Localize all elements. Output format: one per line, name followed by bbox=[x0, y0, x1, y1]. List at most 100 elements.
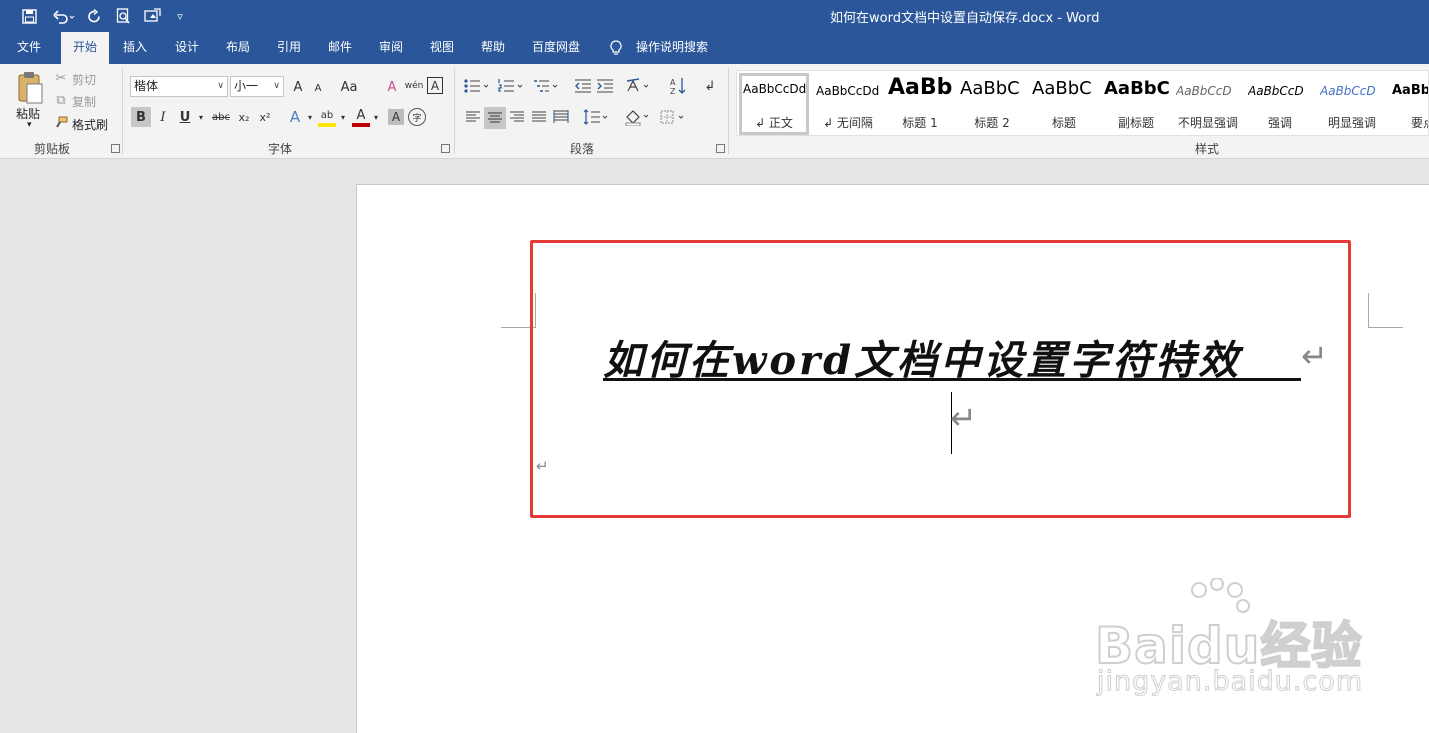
font-family-value: 楷体 bbox=[134, 79, 159, 93]
style-name: ↲ 无间隔 bbox=[823, 116, 873, 130]
text-effects-dropdown-icon[interactable]: ▾ bbox=[305, 109, 315, 125]
superscript-button[interactable]: x² bbox=[256, 107, 274, 127]
style-heading-1[interactable]: AaBb 标题 1 bbox=[885, 73, 955, 135]
text-effects-icon[interactable]: A bbox=[286, 107, 304, 127]
font-color-icon[interactable]: A bbox=[352, 107, 370, 127]
tab-mailings[interactable]: 邮件 bbox=[318, 32, 362, 64]
save-icon[interactable] bbox=[18, 5, 40, 27]
clipboard-launcher-icon[interactable] bbox=[111, 144, 120, 153]
underline-dropdown-icon[interactable]: ▾ bbox=[196, 109, 206, 125]
title-bar: ▿ 如何在word文档中设置自动保存.docx - Word bbox=[0, 0, 1429, 32]
tab-help[interactable]: 帮助 bbox=[471, 32, 515, 64]
copy-icon: ⧉ bbox=[56, 92, 66, 108]
format-painter-icon bbox=[54, 116, 68, 130]
svg-text:Z: Z bbox=[670, 87, 676, 95]
tab-file[interactable]: 文件 bbox=[7, 32, 51, 64]
style-emphasis[interactable]: AaBbCcD 强调 bbox=[1245, 73, 1315, 135]
lightbulb-icon bbox=[606, 32, 626, 64]
align-left-icon[interactable] bbox=[463, 107, 483, 127]
style-preview: AaBbCcD bbox=[1176, 84, 1232, 98]
chevron-down-icon: ∨ bbox=[273, 81, 280, 91]
align-right-icon[interactable] bbox=[507, 107, 527, 127]
character-border-icon[interactable]: A bbox=[427, 77, 443, 94]
line-spacing-icon[interactable] bbox=[582, 107, 612, 127]
paragraph-launcher-icon[interactable] bbox=[716, 144, 725, 153]
svg-text:A: A bbox=[670, 78, 676, 87]
tab-view[interactable]: 视图 bbox=[420, 32, 464, 64]
style-name: 标题 1 bbox=[902, 116, 938, 130]
phonetic-guide-icon[interactable]: wén bbox=[405, 76, 424, 96]
copy-button[interactable]: 复制 bbox=[72, 93, 96, 110]
style-subtitle[interactable]: AaBbC 副标题 bbox=[1101, 73, 1171, 135]
multilevel-list-icon[interactable] bbox=[531, 76, 561, 96]
italic-button[interactable]: I bbox=[155, 107, 171, 127]
tab-design[interactable]: 设计 bbox=[165, 32, 209, 64]
change-case-icon[interactable]: Aa bbox=[338, 78, 360, 96]
clear-formatting-icon[interactable]: A bbox=[384, 78, 400, 96]
tab-baidu-netdisk[interactable]: 百度网盘 bbox=[522, 32, 590, 64]
clipboard-group-label: 剪贴板 bbox=[34, 142, 71, 156]
cut-button[interactable]: 剪切 bbox=[72, 71, 96, 88]
tab-review[interactable]: 审阅 bbox=[369, 32, 413, 64]
paste-dropdown-icon[interactable]: ▾ bbox=[27, 120, 32, 130]
distribute-icon[interactable] bbox=[551, 107, 571, 127]
highlight-annotation-box bbox=[530, 240, 1351, 518]
character-shading-icon[interactable]: A bbox=[388, 109, 404, 125]
ribbon-home: 粘贴 ▾ ✂ 剪切 ⧉ 复制 格式刷 剪贴板 楷体 ∨ 小一 ∨ A A Aa … bbox=[0, 64, 1429, 159]
paste-icon[interactable] bbox=[14, 70, 46, 106]
font-family-select[interactable]: 楷体 ∨ bbox=[130, 76, 228, 97]
style-name: 强调 bbox=[1267, 116, 1292, 130]
increase-indent-icon[interactable] bbox=[595, 76, 615, 96]
style-intense-emphasis[interactable]: AaBbCcD 明显强调 bbox=[1317, 73, 1387, 135]
customize-qat-icon[interactable]: ▿ bbox=[172, 5, 188, 27]
style-strong[interactable]: AaBbC 要点 bbox=[1389, 73, 1428, 135]
style-name: 副标题 bbox=[1117, 116, 1154, 130]
subscript-button[interactable]: x₂ bbox=[235, 107, 253, 127]
enclose-characters-icon[interactable]: 字 bbox=[408, 108, 426, 126]
style-title[interactable]: AaBbC 标题 bbox=[1029, 73, 1099, 135]
group-separator bbox=[122, 68, 123, 154]
style-heading-2[interactable]: AaBbC 标题 2 bbox=[957, 73, 1027, 135]
touch-mode-icon[interactable] bbox=[142, 5, 164, 27]
bold-button[interactable]: B bbox=[131, 107, 151, 127]
justify-icon[interactable] bbox=[529, 107, 549, 127]
group-separator bbox=[728, 68, 729, 154]
borders-icon[interactable] bbox=[658, 107, 688, 127]
format-painter-button[interactable]: 格式刷 bbox=[72, 116, 108, 133]
style-preview: AaBbC bbox=[1032, 78, 1092, 99]
decrease-indent-icon[interactable] bbox=[573, 76, 593, 96]
font-size-select[interactable]: 小一 ∨ bbox=[230, 76, 284, 97]
style-no-spacing[interactable]: AaBbCcDd ↲ 无间隔 bbox=[813, 73, 883, 135]
style-preview: AaBbCcD bbox=[1248, 84, 1304, 98]
shading-icon[interactable] bbox=[623, 107, 653, 127]
margin-corner-mark bbox=[1368, 327, 1403, 328]
style-subtle-emphasis[interactable]: AaBbCcD 不明显强调 bbox=[1173, 73, 1243, 135]
baidu-watermark: Baidu经验 jingyan.baidu.com bbox=[1094, 578, 1365, 708]
sort-icon[interactable]: AZ bbox=[668, 76, 688, 96]
group-separator bbox=[454, 68, 455, 154]
undo-icon[interactable] bbox=[50, 5, 78, 27]
print-preview-icon[interactable] bbox=[113, 5, 133, 27]
strikethrough-button[interactable]: abc bbox=[210, 107, 232, 127]
underline-button[interactable]: U bbox=[177, 107, 193, 127]
styles-group-label: 样式 bbox=[1195, 142, 1220, 156]
numbering-icon[interactable] bbox=[496, 76, 526, 96]
chinese-layout-icon[interactable] bbox=[625, 76, 653, 96]
tab-references[interactable]: 引用 bbox=[267, 32, 311, 64]
tab-home[interactable]: 开始 bbox=[61, 32, 109, 64]
tell-me-search[interactable]: 操作说明搜索 bbox=[632, 32, 712, 64]
style-normal[interactable]: AaBbCcDd ↲ 正文 bbox=[739, 73, 809, 135]
align-center-icon[interactable] bbox=[484, 107, 506, 129]
redo-icon[interactable] bbox=[84, 5, 104, 27]
shrink-font-icon[interactable]: A bbox=[311, 80, 325, 96]
grow-font-icon[interactable]: A bbox=[290, 78, 306, 96]
margin-corner-mark bbox=[1368, 293, 1369, 328]
tab-layout[interactable]: 布局 bbox=[216, 32, 260, 64]
tab-insert[interactable]: 插入 bbox=[113, 32, 157, 64]
bullets-icon[interactable] bbox=[462, 76, 492, 96]
font-launcher-icon[interactable] bbox=[441, 144, 450, 153]
font-color-dropdown-icon[interactable]: ▾ bbox=[371, 109, 381, 125]
show-marks-icon[interactable]: ↲ bbox=[701, 76, 719, 96]
highlight-dropdown-icon[interactable]: ▾ bbox=[338, 109, 348, 125]
highlight-icon[interactable]: ab bbox=[318, 107, 336, 127]
